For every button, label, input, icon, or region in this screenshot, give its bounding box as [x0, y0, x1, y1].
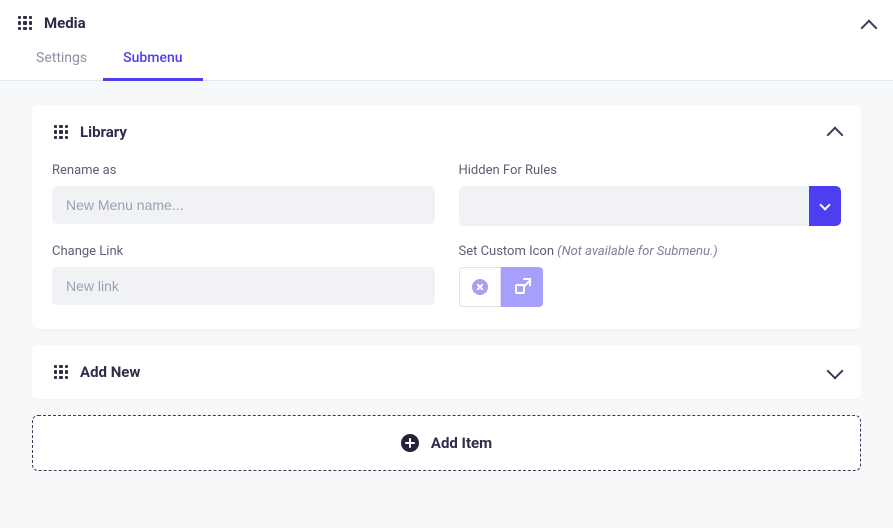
chevron-up-icon	[861, 20, 878, 37]
add-item-label: Add Item	[431, 434, 492, 452]
card-library-header[interactable]: Library	[32, 105, 861, 159]
custom-icon-label: Set Custom Icon (Not available for Subme…	[459, 244, 842, 259]
section-title: Media	[44, 14, 86, 32]
change-link-input[interactable]	[52, 267, 435, 305]
hidden-rules-value	[459, 186, 810, 226]
external-link-icon	[515, 280, 529, 294]
card-library-title: Library	[80, 123, 127, 141]
chevron-down-icon	[819, 199, 830, 210]
close-circle-icon	[472, 279, 488, 295]
tabs: Settings Submenu	[0, 40, 893, 80]
chevron-up-icon	[827, 127, 844, 144]
change-link-label: Change Link	[52, 244, 435, 259]
custom-icon-note: (Not available for Submenu.)	[557, 244, 717, 259]
open-icon-picker-button[interactable]	[501, 267, 543, 307]
expand-card-button[interactable]	[829, 365, 841, 381]
tab-settings[interactable]: Settings	[32, 40, 91, 80]
card-add-new-title: Add New	[80, 363, 140, 381]
collapse-section-button[interactable]	[863, 18, 875, 38]
card-add-new-header[interactable]: Add New	[32, 345, 861, 399]
rename-label: Rename as	[52, 163, 435, 178]
drag-handle-icon[interactable]	[16, 14, 34, 32]
tab-submenu[interactable]: Submenu	[119, 40, 186, 80]
section-media: Media Settings Submenu	[0, 0, 893, 81]
drag-handle-icon[interactable]	[52, 123, 70, 141]
chevron-down-icon	[827, 363, 844, 380]
custom-icon-controls	[459, 267, 842, 307]
hidden-rules-dropdown-button[interactable]	[809, 186, 841, 226]
collapse-card-button[interactable]	[829, 125, 841, 145]
hidden-rules-select[interactable]	[459, 186, 842, 226]
drag-handle-icon[interactable]	[52, 363, 70, 381]
clear-icon-button[interactable]	[459, 267, 501, 307]
hidden-rules-label: Hidden For Rules	[459, 163, 842, 178]
rename-input[interactable]	[52, 186, 435, 224]
add-item-button[interactable]: Add Item	[32, 415, 861, 471]
card-library: Library Rename as Hidden For Rules	[32, 105, 861, 329]
card-add-new: Add New	[32, 345, 861, 399]
custom-icon-label-text: Set Custom Icon	[459, 244, 558, 259]
plus-circle-icon	[401, 434, 419, 452]
